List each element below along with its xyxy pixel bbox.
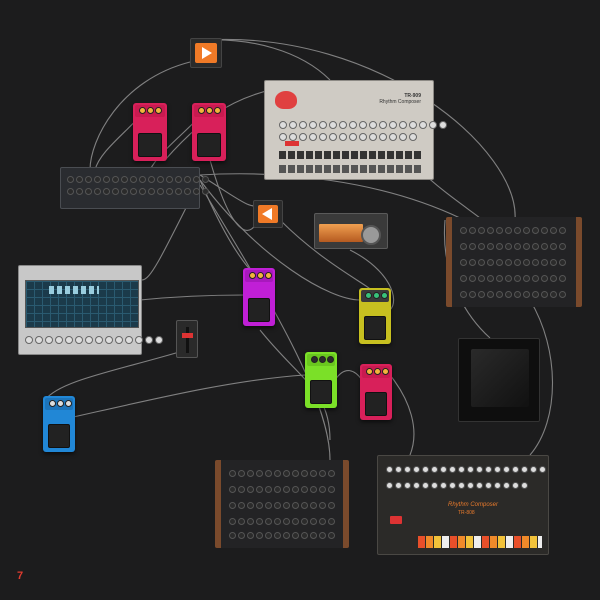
fader-cap[interactable] <box>182 333 193 338</box>
patch-canvas[interactable]: Rhythm Composer TR-909 Rhythm Composer T… <box>0 0 600 600</box>
knob-row[interactable] <box>229 470 335 477</box>
volume-fader[interactable] <box>176 320 198 358</box>
cable <box>44 349 187 401</box>
knob-row[interactable] <box>460 259 566 266</box>
drum-machine-909[interactable]: Rhythm Composer TR-909 <box>264 80 447 180</box>
touch-pad[interactable] <box>458 338 540 422</box>
red-led-strip <box>285 141 299 146</box>
active-steps <box>49 286 99 294</box>
fader-slot <box>186 327 189 353</box>
knob-row[interactable] <box>25 336 163 344</box>
footswitch[interactable] <box>48 424 70 448</box>
play-module[interactable] <box>190 38 222 68</box>
step-sequencer[interactable] <box>18 265 163 355</box>
footswitch[interactable] <box>138 133 162 157</box>
device-model: TR-909 <box>404 93 421 99</box>
large-knob[interactable] <box>361 225 381 245</box>
effect-pedal-blue[interactable] <box>43 396 75 452</box>
heart-logo-icon <box>275 91 297 109</box>
device-model: TR-808 <box>458 510 475 516</box>
fader-knobs[interactable] <box>67 188 209 195</box>
effect-pedal-pink-2[interactable] <box>192 103 226 161</box>
footswitch[interactable] <box>248 298 270 322</box>
mixer-patchbay[interactable] <box>60 167 209 209</box>
knob-row[interactable] <box>279 133 417 141</box>
knob-row[interactable] <box>460 275 566 282</box>
knob-row[interactable] <box>279 121 447 129</box>
red-button[interactable] <box>390 516 402 524</box>
synth-module-right[interactable] <box>446 217 582 307</box>
display-screen <box>319 224 363 242</box>
knob-row[interactable] <box>229 502 335 509</box>
knob-row[interactable] <box>229 486 335 493</box>
step-buttons[interactable] <box>279 151 423 159</box>
touch-surface[interactable] <box>471 349 529 407</box>
effect-pedal-green[interactable] <box>305 352 337 408</box>
effect-pedal-pink-3[interactable] <box>360 364 392 420</box>
effect-pedal-magenta[interactable] <box>243 268 275 326</box>
cable <box>334 370 363 381</box>
reverse-module[interactable] <box>253 200 283 228</box>
synth-module-bottom[interactable] <box>215 460 349 548</box>
drum-machine-808[interactable]: Rhythm Composer TR-808 <box>377 455 549 555</box>
knob-row[interactable] <box>460 243 566 250</box>
cable <box>59 374 306 421</box>
device-brand: Rhythm Composer <box>448 502 499 508</box>
app-logo: 7 <box>17 570 24 582</box>
rewind-icon <box>258 205 278 223</box>
footswitch[interactable] <box>310 380 332 404</box>
knob-row[interactable] <box>229 518 335 525</box>
knob-row[interactable] <box>460 227 566 234</box>
delay-unit[interactable] <box>314 213 388 249</box>
effect-pedal-pink-1[interactable] <box>133 103 167 161</box>
footswitch[interactable] <box>365 392 387 416</box>
cable <box>139 294 246 301</box>
knob-row[interactable] <box>460 291 566 298</box>
footswitch[interactable] <box>197 133 221 157</box>
knob-row[interactable] <box>386 466 546 473</box>
step-buttons-lower[interactable] <box>279 165 423 173</box>
cable <box>204 39 331 81</box>
play-icon <box>195 43 217 63</box>
footswitch[interactable] <box>364 316 386 340</box>
step-buttons[interactable] <box>418 536 542 548</box>
knob-row[interactable] <box>386 482 528 489</box>
cable <box>389 374 415 456</box>
device-brand: Rhythm Composer <box>379 99 421 105</box>
fader-knobs[interactable] <box>67 176 209 183</box>
cable <box>199 173 461 219</box>
knob-row[interactable] <box>229 532 335 539</box>
effect-pedal-yellow[interactable] <box>359 288 391 344</box>
